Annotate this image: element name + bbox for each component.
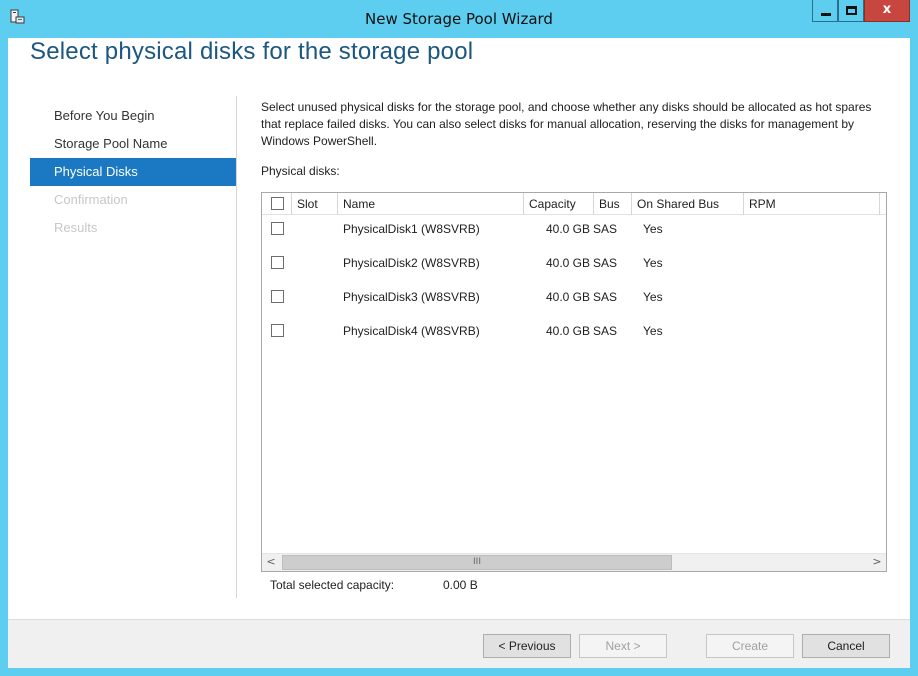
close-button[interactable]: x xyxy=(864,0,910,22)
scroll-grip-icon: III xyxy=(473,557,481,567)
column-header-capacity[interactable]: Capacity xyxy=(524,193,594,215)
horizontal-scrollbar[interactable]: < III > xyxy=(262,553,886,571)
disk-capacity: 40.0 GB xyxy=(545,222,590,236)
maximize-button[interactable] xyxy=(838,0,864,22)
previous-button[interactable]: < Previous xyxy=(483,634,571,658)
window-title: New Storage Pool Wizard xyxy=(365,10,553,28)
next-button: Next > xyxy=(579,634,667,658)
minimize-icon xyxy=(821,13,831,16)
disk-bus: SAS xyxy=(593,222,618,236)
scroll-left-arrow-icon[interactable]: < xyxy=(262,554,280,571)
column-header-bus[interactable]: Bus xyxy=(594,193,632,215)
disk-rpm xyxy=(744,217,880,241)
close-icon: x xyxy=(882,2,892,17)
page-title: Select physical disks for the storage po… xyxy=(30,38,474,65)
disk-slot xyxy=(292,285,338,309)
disk-name: PhysicalDisk1 (W8SVRB) xyxy=(343,222,480,236)
physical-disks-list[interactable]: Slot Name Capacity Bus On Shared Bus RPM… xyxy=(261,192,887,572)
column-header-rpm[interactable]: RPM xyxy=(744,193,880,215)
select-all-checkbox[interactable] xyxy=(271,197,284,210)
disk-name: PhysicalDisk4 (W8SVRB) xyxy=(343,324,480,338)
wizard-footer: < Previous Next > Create Cancel xyxy=(8,619,910,668)
nav-item-physical-disks[interactable]: Physical Disks xyxy=(30,158,236,186)
physical-disks-label: Physical disks: xyxy=(261,164,340,178)
cancel-button[interactable]: Cancel xyxy=(802,634,890,658)
disk-bus: SAS xyxy=(593,256,618,270)
create-button: Create xyxy=(706,634,794,658)
disk-bus: SAS xyxy=(593,290,618,304)
disk-name: PhysicalDisk2 (W8SVRB) xyxy=(343,256,480,270)
disk-rpm xyxy=(744,285,880,309)
disk-shared-bus: Yes xyxy=(643,222,663,236)
disk-capacity: 40.0 GB xyxy=(545,256,590,270)
wizard-steps-nav: Before You Begin Storage Pool Name Physi… xyxy=(30,102,236,242)
select-all-column[interactable] xyxy=(262,193,292,215)
column-header-slot[interactable]: Slot xyxy=(292,193,338,215)
nav-divider xyxy=(236,96,237,598)
maximize-icon xyxy=(846,6,857,15)
nav-item-confirmation: Confirmation xyxy=(54,192,128,207)
nav-item-before-you-begin[interactable]: Before You Begin xyxy=(30,102,236,130)
table-row[interactable]: PhysicalDisk1 (W8SVRB) 40.0 GB SAS Yes xyxy=(262,217,886,241)
title-bar[interactable]: New Storage Pool Wizard x xyxy=(0,0,918,38)
table-row[interactable]: PhysicalDisk3 (W8SVRB) 40.0 GB SAS Yes xyxy=(262,285,886,309)
disk-slot xyxy=(292,251,338,275)
nav-item-storage-pool-name[interactable]: Storage Pool Name xyxy=(30,130,236,158)
disk-checkbox[interactable] xyxy=(271,290,284,303)
scroll-right-arrow-icon[interactable]: > xyxy=(868,554,886,571)
table-row[interactable]: PhysicalDisk4 (W8SVRB) 40.0 GB SAS Yes xyxy=(262,319,886,343)
disk-shared-bus: Yes xyxy=(643,290,663,304)
column-header-name[interactable]: Name xyxy=(338,193,524,215)
disk-rpm xyxy=(744,319,880,343)
table-row[interactable]: PhysicalDisk2 (W8SVRB) 40.0 GB SAS Yes xyxy=(262,251,886,275)
disk-name: PhysicalDisk3 (W8SVRB) xyxy=(343,290,480,304)
disk-shared-bus: Yes xyxy=(643,256,663,270)
disk-shared-bus: Yes xyxy=(643,324,663,338)
total-capacity-value: 0.00 B xyxy=(443,578,478,592)
disk-bus: SAS xyxy=(593,324,618,338)
minimize-button[interactable] xyxy=(812,0,838,22)
list-header: Slot Name Capacity Bus On Shared Bus RPM xyxy=(262,193,886,215)
disk-checkbox[interactable] xyxy=(271,222,284,235)
disk-checkbox[interactable] xyxy=(271,256,284,269)
disk-slot xyxy=(292,217,338,241)
disk-rpm xyxy=(744,251,880,275)
total-selected-capacity: Total selected capacity: 0.00 B xyxy=(270,578,478,592)
disk-checkbox[interactable] xyxy=(271,324,284,337)
disk-capacity: 40.0 GB xyxy=(545,324,590,338)
page-description: Select unused physical disks for the sto… xyxy=(261,100,872,148)
scrollbar-thumb[interactable]: III xyxy=(282,555,672,570)
disk-capacity: 40.0 GB xyxy=(545,290,590,304)
column-header-on-shared-bus[interactable]: On Shared Bus xyxy=(632,193,744,215)
nav-item-results: Results xyxy=(54,220,98,235)
content-pane: Select unused physical disks for the sto… xyxy=(261,99,891,178)
total-capacity-label: Total selected capacity: xyxy=(270,578,395,592)
wizard-window: New Storage Pool Wizard x Select physica… xyxy=(0,0,918,676)
disk-slot xyxy=(292,319,338,343)
